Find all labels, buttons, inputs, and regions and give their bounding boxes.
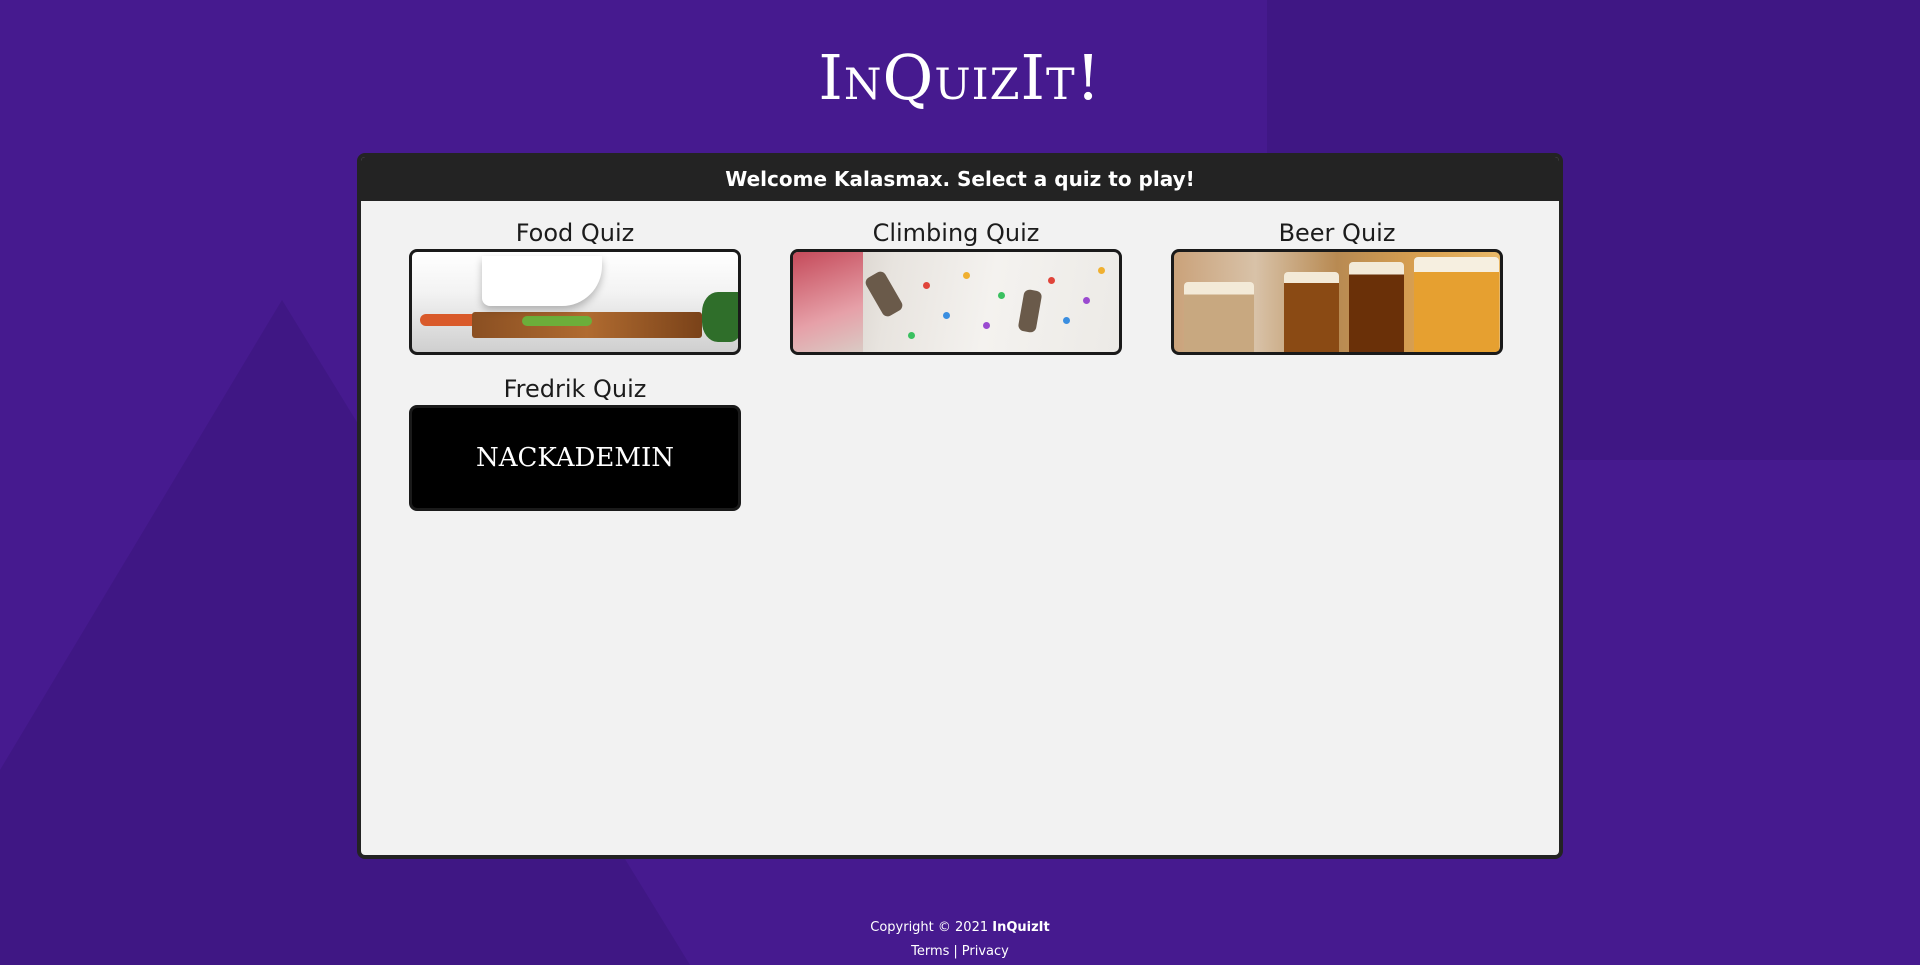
quiz-title[interactable]: Food Quiz [409,217,741,249]
hold-shape [943,312,950,319]
beer-glass-shape [1414,257,1499,352]
climber-shape [863,269,905,319]
greens-shape [702,292,738,342]
herbs-shape [522,316,592,326]
copyright-line: Copyright © 2021 InQuizIt [0,918,1920,938]
footer-links: Terms | Privacy [0,942,1920,962]
hold-shape [1083,297,1090,304]
quiz-card-beer[interactable]: Beer Quiz [1171,217,1503,355]
quiz-card-food[interactable]: Food Quiz [409,217,741,355]
hold-shape [963,272,970,279]
welcome-header: Welcome Kalasmax. Select a quiz to play! [361,157,1559,201]
fredrik-quiz-image[interactable]: NACKADEMIN [409,405,741,511]
hold-shape [1098,267,1105,274]
beer-glass-shape [1349,262,1404,352]
link-separator: | [953,944,958,959]
beer-glass-shape [1284,272,1339,352]
carrot-shape [420,314,480,326]
footer: Copyright © 2021 InQuizIt Terms | Privacy [0,918,1920,962]
quiz-title[interactable]: Beer Quiz [1171,217,1503,249]
food-quiz-image[interactable] [409,249,741,355]
quiz-title[interactable]: Climbing Quiz [790,217,1122,249]
hold-shape [998,292,1005,299]
hold-shape [923,282,930,289]
quiz-card-climbing[interactable]: Climbing Quiz [790,217,1122,355]
footer-brand: InQuizIt [992,920,1050,935]
beer-quiz-image[interactable] [1171,249,1503,355]
climbing-quiz-image[interactable] [790,249,1122,355]
hold-shape [908,332,915,339]
hold-shape [1063,317,1070,324]
terms-link[interactable]: Terms [911,944,949,959]
app-logo[interactable]: InQuizIt! [0,38,1920,118]
climber-shape [1017,288,1043,334]
hold-shape [1048,277,1055,284]
copyright-text: Copyright © 2021 [870,920,989,935]
quiz-title[interactable]: Fredrik Quiz [409,373,741,405]
privacy-link[interactable]: Privacy [962,944,1009,959]
nackademin-logo-text: NACKADEMIN [475,443,675,473]
beer-glass-shape [1184,282,1254,352]
chef-arm-shape [482,256,602,306]
quiz-panel: Welcome Kalasmax. Select a quiz to play!… [357,153,1563,859]
climbing-wall-shape [793,252,863,352]
quiz-card-fredrik[interactable]: Fredrik Quiz NACKADEMIN [409,373,741,511]
hold-shape [983,322,990,329]
